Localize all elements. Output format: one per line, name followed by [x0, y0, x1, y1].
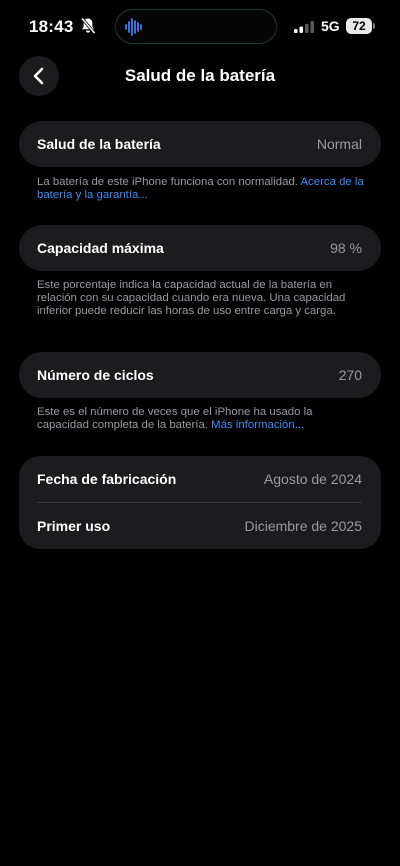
page-title: Salud de la batería	[124, 66, 276, 85]
capacity-note: Este porcentaje indica la capacidad actu…	[37, 279, 346, 318]
network-type: 5G	[321, 18, 340, 34]
first-use-value: Diciembre de 2025	[244, 518, 362, 534]
health-value: Normal	[316, 136, 362, 152]
health-label: Salud de la batería	[37, 136, 161, 152]
health-note-text: La batería de este iPhone funciona con n…	[37, 176, 298, 188]
first-use-label: Primer uso	[37, 518, 111, 534]
signal-icon	[294, 21, 314, 33]
health-card: Salud de la batería Normal	[19, 121, 381, 167]
cycles-label: Número de ciclos	[37, 367, 154, 383]
cycles-value: 270	[338, 367, 362, 383]
first-use-row: Primer uso Diciembre de 2025	[19, 503, 381, 549]
manufacture-row: Fecha de fabricación Agosto de 2024	[19, 456, 381, 502]
health-row: Salud de la batería Normal	[19, 121, 381, 167]
manufacture-value: Agosto de 2024	[263, 471, 362, 487]
more-info-link[interactable]: Más información...	[211, 419, 304, 431]
battery-nub	[373, 23, 375, 29]
status-bar: 18:43 5G 72	[0, 0, 400, 56]
cycles-card: Número de ciclos 270	[19, 352, 381, 398]
capacity-row: Capacidad máxima 98 %	[19, 225, 381, 271]
manufacture-label: Fecha de fabricación	[37, 471, 177, 487]
status-time: 18:43	[29, 17, 74, 36]
capacity-value: 98 %	[330, 240, 362, 256]
cycles-note: Este es el número de veces que el iPhone…	[37, 406, 367, 432]
capacity-card: Capacidad máxima 98 %	[19, 225, 381, 271]
cycles-row: Número de ciclos 270	[19, 352, 381, 398]
dynamic-island[interactable]	[115, 9, 277, 44]
bell-slash-icon	[80, 17, 96, 34]
battery-indicator: 72	[346, 18, 372, 34]
capacity-label: Capacidad máxima	[37, 240, 164, 256]
health-note: La batería de este iPhone funciona con n…	[37, 176, 367, 202]
dates-card: Fecha de fabricación Agosto de 2024 Prim…	[19, 456, 381, 549]
waveform-icon	[125, 18, 142, 36]
